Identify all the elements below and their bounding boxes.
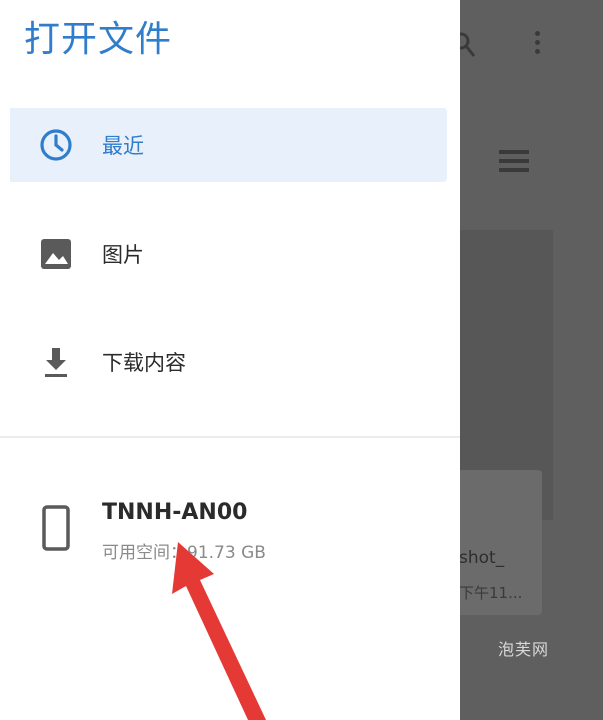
- phone-icon: [40, 504, 72, 552]
- clock-icon: [38, 127, 74, 163]
- storage-device-item[interactable]: TNNH-AN00 可用空间：91.73 GB: [10, 492, 447, 572]
- file-name: shot_: [459, 548, 505, 568]
- image-icon: [38, 236, 74, 272]
- nav-item-recent[interactable]: 最近: [10, 108, 447, 182]
- nav-item-images[interactable]: 图片: [10, 217, 447, 291]
- nav-item-downloads[interactable]: 下载内容: [10, 325, 447, 399]
- device-storage-info: 可用空间：91.73 GB: [102, 543, 266, 563]
- nav-item-label: 图片: [102, 243, 144, 267]
- nav-item-label: 下载内容: [102, 351, 186, 375]
- download-icon: [38, 344, 74, 380]
- drawer-title: 打开文件: [24, 19, 173, 60]
- watermark: 泡芙网: [498, 640, 550, 659]
- nav-item-label: 最近: [102, 134, 144, 158]
- divider: [0, 436, 460, 438]
- list-view-icon: [499, 150, 529, 176]
- file-date: 下午11...: [459, 584, 523, 602]
- navigation-drawer: 打开文件 最近 图片 下载内容 TNNH-AN00 可用空间：91.73 GB: [0, 0, 460, 720]
- device-name: TNNH-AN00: [102, 500, 248, 525]
- more-options-icon: [530, 28, 544, 64]
